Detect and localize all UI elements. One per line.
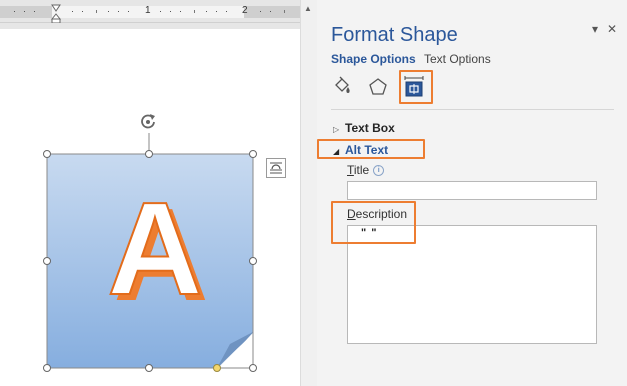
resize-handle-bottom-right[interactable]	[249, 364, 257, 372]
adjust-handle[interactable]	[213, 364, 221, 372]
collapsed-arrow-icon: ▷	[333, 125, 340, 134]
fill-line-icon[interactable]	[331, 76, 353, 98]
resize-handle-left[interactable]	[43, 257, 51, 265]
section-text-box[interactable]: ▷ Text Box	[333, 121, 395, 135]
highlight-layout-icon	[399, 70, 433, 104]
title-input[interactable]	[347, 181, 597, 200]
resize-handle-top-left[interactable]	[43, 150, 51, 158]
info-icon[interactable]: i	[373, 165, 385, 177]
document-area: 1 2 ▲ A A	[0, 0, 317, 386]
tab-shape-options[interactable]: Shape Options	[331, 52, 416, 66]
scroll-up-icon[interactable]: ▲	[304, 4, 312, 13]
effects-pentagon-icon[interactable]	[367, 76, 389, 98]
format-shape-pane: Format Shape ▾ ✕ Shape Options Text Opti…	[317, 0, 627, 386]
tab-text-options[interactable]: Text Options	[424, 52, 491, 66]
close-icon[interactable]: ✕	[607, 22, 617, 36]
resize-handle-bottom[interactable]	[145, 364, 153, 372]
layout-options-icon	[270, 162, 282, 174]
vertical-scrollbar[interactable]: ▲	[300, 0, 317, 386]
pane-options-icon[interactable]: ▾	[592, 22, 598, 36]
resize-handle-top-right[interactable]	[249, 150, 257, 158]
highlight-alt-text	[317, 139, 425, 159]
rotate-handle-icon[interactable]	[137, 111, 159, 133]
highlight-description	[331, 201, 416, 244]
title-label: Title i	[347, 163, 385, 177]
resize-handle-right[interactable]	[249, 257, 257, 265]
shape-letter: A	[107, 175, 202, 322]
resize-handle-bottom-left[interactable]	[43, 364, 51, 372]
pane-separator	[331, 109, 614, 110]
pane-title: Format Shape	[331, 24, 458, 46]
layout-options-button[interactable]	[266, 158, 286, 178]
resize-handle-top[interactable]	[145, 150, 153, 158]
shape-graphic[interactable]: A A	[0, 0, 300, 386]
